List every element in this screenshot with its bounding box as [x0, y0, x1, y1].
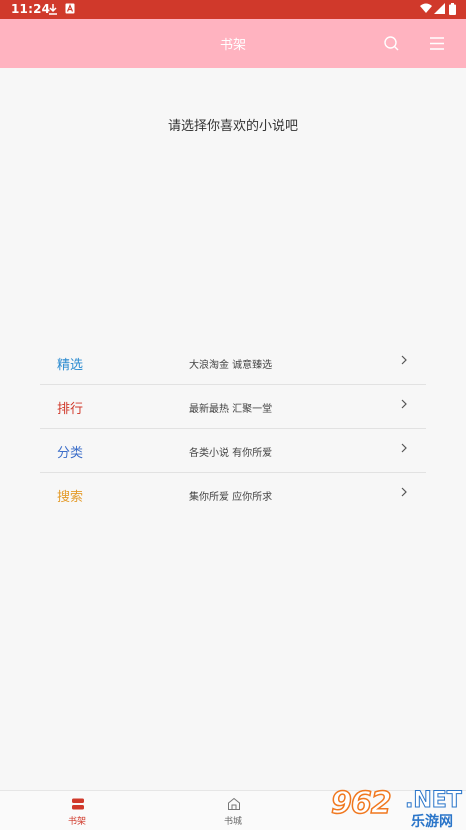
option-title: 精选	[57, 358, 84, 373]
option-search[interactable]: 搜索 集你所爱 应你所求	[40, 473, 426, 517]
signal-icon	[434, 3, 445, 14]
option-featured[interactable]: 精选 大浪淘金 诚意臻选	[40, 341, 426, 385]
option-description: 大浪淘金 诚意臻选	[189, 360, 273, 371]
download-icon	[49, 4, 57, 15]
tab-label: 书城	[223, 817, 242, 827]
option-description: 集你所爱 应你所求	[189, 492, 273, 503]
tab-label: 书架	[67, 817, 86, 827]
option-title: 分类	[57, 446, 84, 461]
option-title: 排行	[57, 402, 84, 417]
watermark-domain: .NET	[405, 788, 463, 814]
app-notification-icon	[65, 3, 75, 14]
bookshelf-icon	[72, 798, 84, 810]
app-header: 书架	[0, 19, 466, 68]
option-description: 各类小说 有你所爱	[189, 448, 273, 459]
watermark-number: 962	[330, 785, 392, 822]
status-time: 11:24	[11, 2, 51, 16]
search-button[interactable]	[382, 34, 402, 54]
status-bar: 11:24	[0, 0, 466, 19]
option-description: 最新最热 汇聚一堂	[189, 404, 273, 415]
chevron-right-icon	[401, 399, 407, 409]
search-icon	[384, 36, 399, 51]
chevron-right-icon	[401, 355, 407, 365]
option-title: 搜索	[57, 490, 84, 505]
tab-bookstore[interactable]: 书城	[203, 791, 263, 830]
wifi-icon	[420, 3, 432, 13]
chevron-right-icon	[401, 487, 407, 497]
option-ranking[interactable]: 排行 最新最热 汇聚一堂	[40, 385, 426, 429]
watermark-site-name: 乐游网	[411, 814, 453, 830]
menu-icon	[430, 37, 444, 50]
battery-icon	[449, 3, 456, 15]
empty-shelf-prompt: 请选择你喜欢的小说吧	[167, 119, 298, 134]
watermark-logo: 962 .NET 乐游网	[327, 784, 466, 830]
menu-button[interactable]	[427, 34, 447, 54]
option-list: 精选 大浪淘金 诚意臻选 排行 最新最热 汇聚一堂 分类 各类小说 有你所爱 搜…	[40, 341, 426, 517]
bookstore-icon	[228, 797, 240, 810]
option-category[interactable]: 分类 各类小说 有你所爱	[40, 429, 426, 473]
chevron-right-icon	[401, 443, 407, 453]
tab-bookshelf[interactable]: 书架	[47, 791, 107, 830]
